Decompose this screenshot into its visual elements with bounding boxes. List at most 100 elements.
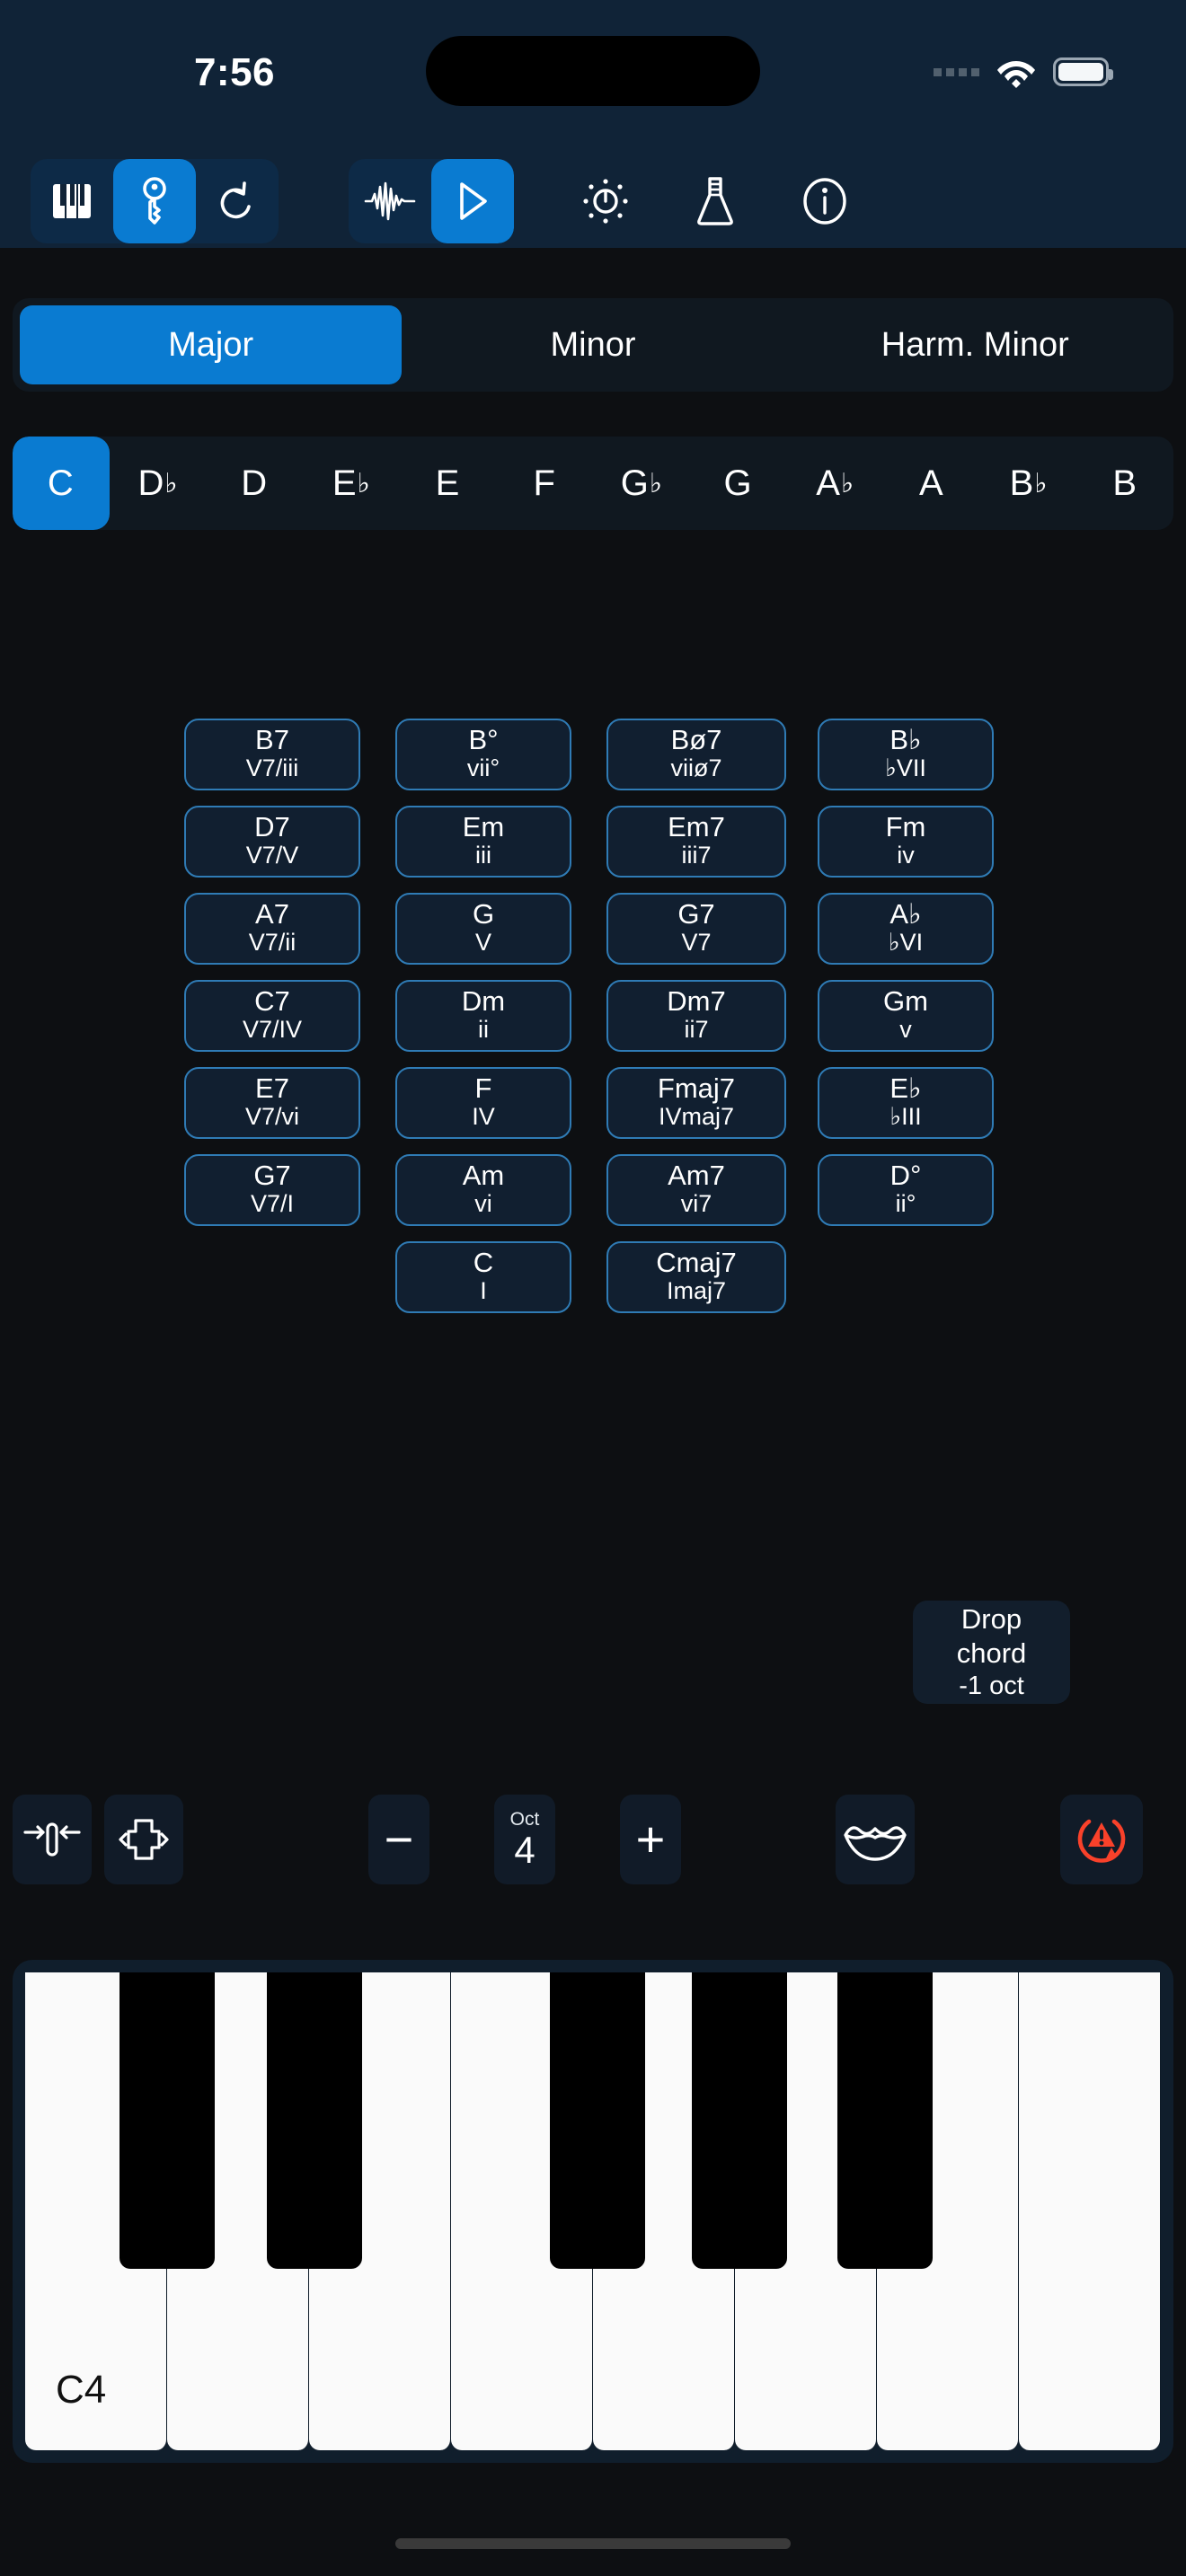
tab-major[interactable]: Major: [20, 305, 403, 384]
chord-button[interactable]: Gm v: [818, 980, 994, 1052]
chord-column-secondary-dominants: B7 V7/iii D7 V7/V A7 V7/ii C7 V7/IV E7 V…: [184, 719, 360, 1241]
chord-button[interactable]: Fm iv: [818, 806, 994, 878]
key-root: D: [241, 463, 268, 503]
chord-button[interactable]: Fmaj7 IVmaj7: [606, 1067, 786, 1139]
chord-numeral: V7/iii: [245, 754, 299, 781]
key-option-ab[interactable]: A ♭: [786, 437, 883, 530]
key-option-f[interactable]: F: [496, 437, 593, 530]
narrow-spacing-icon[interactable]: [13, 1795, 92, 1884]
chord-button[interactable]: G V: [395, 893, 571, 965]
chord-numeral: ii7: [684, 1015, 709, 1043]
key-signature-icon[interactable]: [113, 159, 196, 243]
chord-button[interactable]: Em iii: [395, 806, 571, 878]
chord-button[interactable]: B♭ ♭VII: [818, 719, 994, 790]
black-key-c-sharp-4[interactable]: [119, 1972, 216, 2269]
chord-numeral: IVmaj7: [658, 1102, 735, 1130]
chord-name: B7: [255, 723, 289, 755]
status-bar: 7:56: [0, 0, 1186, 154]
chord-numeral: viiø7: [670, 754, 722, 781]
key-option-d[interactable]: D: [206, 437, 303, 530]
chord-button[interactable]: C7 V7/IV: [184, 980, 360, 1052]
chord-name: Am7: [668, 1159, 725, 1191]
key-root: B: [1009, 463, 1034, 503]
chord-name: E7: [255, 1072, 289, 1104]
white-key-label: C4: [56, 2368, 107, 2412]
chord-button[interactable]: Dm7 ii7: [606, 980, 786, 1052]
chord-numeral: iv: [897, 841, 915, 869]
chord-name: G: [472, 897, 495, 930]
panic-reset-icon[interactable]: [1060, 1795, 1143, 1884]
piano-keys-area: C4: [25, 1972, 1161, 2450]
chord-button[interactable]: Dm ii: [395, 980, 571, 1052]
chord-name: Cmaj7: [656, 1246, 737, 1278]
chord-button[interactable]: E♭ ♭III: [818, 1067, 994, 1139]
chord-name: Em7: [668, 810, 725, 842]
chord-button[interactable]: G7 V7: [606, 893, 786, 965]
chord-button[interactable]: A7 V7/ii: [184, 893, 360, 965]
chord-button[interactable]: Em7 iii7: [606, 806, 786, 878]
chord-numeral: ♭VI: [888, 928, 924, 956]
chord-button[interactable]: Am vi: [395, 1154, 571, 1226]
chord-numeral: V7/V: [245, 841, 299, 869]
key-accidental: ♭: [357, 468, 370, 498]
key-option-a[interactable]: A: [883, 437, 980, 530]
chord-button[interactable]: B° vii°: [395, 719, 571, 790]
drop-chord-line2: chord: [956, 1636, 1027, 1669]
tab-minor[interactable]: Minor: [402, 305, 783, 384]
chord-button[interactable]: Cmaj7 Imaj7: [606, 1241, 786, 1313]
brightness-icon[interactable]: [561, 159, 651, 243]
drop-chord-line1: Drop: [960, 1603, 1022, 1635]
octave-minus-button[interactable]: −: [368, 1795, 429, 1884]
chord-button[interactable]: Bø7 viiø7: [606, 719, 786, 790]
key-option-eb[interactable]: E ♭: [303, 437, 400, 530]
chord-button[interactable]: G7 V7/I: [184, 1154, 360, 1226]
key-option-e[interactable]: E: [400, 437, 497, 530]
chord-name: Em: [462, 810, 505, 842]
chord-numeral: V7/ii: [248, 928, 296, 956]
undo-icon[interactable]: [196, 159, 279, 243]
key-option-b[interactable]: B: [1076, 437, 1173, 530]
flask-icon[interactable]: [670, 159, 760, 243]
chord-name: A7: [255, 897, 289, 930]
status-bar-indicators: [934, 52, 1113, 92]
octave-value: 4: [514, 1829, 535, 1871]
chord-numeral: vi: [474, 1189, 492, 1217]
waveform-icon[interactable]: [349, 159, 431, 243]
chord-name: D°: [890, 1159, 922, 1191]
status-bar-time: 7:56: [193, 50, 276, 94]
key-option-db[interactable]: D ♭: [110, 437, 207, 530]
white-key-c5[interactable]: [1019, 1972, 1161, 2450]
octave-display[interactable]: Oct 4: [494, 1795, 555, 1884]
piano-keyboard: C4: [13, 1960, 1173, 2463]
drop-chord-button[interactable]: Drop chord -1 oct: [913, 1601, 1070, 1704]
key-root: A: [816, 463, 840, 503]
chord-button[interactable]: F IV: [395, 1067, 571, 1139]
black-key-f-sharp-4[interactable]: [549, 1972, 646, 2269]
chord-button[interactable]: B7 V7/iii: [184, 719, 360, 790]
chord-button[interactable]: D° ii°: [818, 1154, 994, 1226]
home-indicator: [395, 2538, 791, 2549]
lips-icon[interactable]: [836, 1795, 915, 1884]
black-key-g-sharp-4[interactable]: [691, 1972, 788, 2269]
chord-button[interactable]: Am7 vi7: [606, 1154, 786, 1226]
wide-spacing-icon[interactable]: [104, 1795, 183, 1884]
black-key-d-sharp-4[interactable]: [267, 1972, 363, 2269]
chord-button[interactable]: E7 V7/vi: [184, 1067, 360, 1139]
key-option-bb[interactable]: B ♭: [980, 437, 1077, 530]
play-icon[interactable]: [431, 159, 514, 243]
chord-column-diatonic-triads: B° vii° Em iii G V Dm ii F IV Am vi C I: [395, 719, 571, 1328]
chord-button[interactable]: A♭ ♭VI: [818, 893, 994, 965]
piano-keys-icon[interactable]: [31, 159, 113, 243]
info-icon[interactable]: [780, 159, 870, 243]
octave-plus-button[interactable]: +: [620, 1795, 681, 1884]
tab-harmonic-minor[interactable]: Harm. Minor: [784, 305, 1166, 384]
black-key-a-sharp-4[interactable]: [836, 1972, 933, 2269]
chord-name: B♭: [890, 723, 922, 755]
key-option-g[interactable]: G: [690, 437, 787, 530]
key-option-gb[interactable]: G ♭: [593, 437, 690, 530]
chord-button[interactable]: D7 V7/V: [184, 806, 360, 878]
chord-name: A♭: [890, 897, 922, 930]
key-option-c[interactable]: C: [13, 437, 110, 530]
chord-numeral: IV: [472, 1102, 495, 1130]
chord-button[interactable]: C I: [395, 1241, 571, 1313]
